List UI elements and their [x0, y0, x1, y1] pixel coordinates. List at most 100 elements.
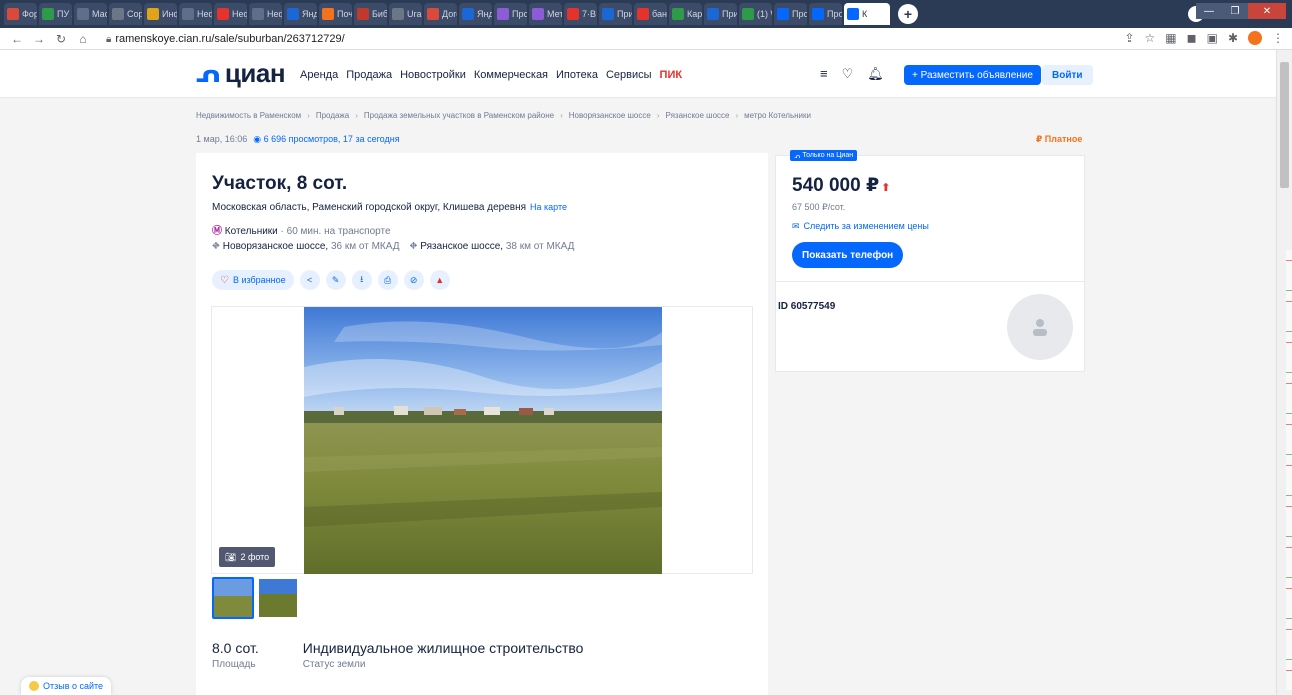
- profile-avatar[interactable]: [1248, 31, 1262, 45]
- nav-item-commercial[interactable]: Коммерческая: [474, 69, 548, 81]
- tab-favicon-icon: [672, 8, 684, 20]
- browser-tab[interactable]: Поч: [319, 3, 352, 25]
- browser-tab[interactable]: Инф: [144, 3, 177, 25]
- scrollbar-thumb[interactable]: [1280, 62, 1289, 188]
- show-phone-button[interactable]: Показать телефон: [792, 242, 904, 268]
- cian-logo[interactable]: ᕄ циан: [196, 58, 286, 89]
- breadcrumb-item[interactable]: Новорязанское шоссе: [569, 111, 651, 120]
- report-button[interactable]: ▲: [429, 270, 450, 290]
- browser-tab[interactable]: Мет: [529, 3, 562, 25]
- reload-icon[interactable]: ↻: [52, 32, 70, 46]
- map-link[interactable]: На карте: [530, 202, 567, 212]
- share-button[interactable]: <: [299, 270, 320, 290]
- back-icon[interactable]: ←: [8, 32, 26, 46]
- notifications-bell-icon[interactable]: 🔔︎: [867, 66, 884, 82]
- address-bar: ← → ↻ ⌂ 🔒︎ ramenskoye.cian.ru/sale/suburb…: [0, 28, 1292, 50]
- photo-count-badge[interactable]: 📷︎ 2 фото: [219, 547, 276, 567]
- browser-tab[interactable]: Неф: [249, 3, 282, 25]
- url-field[interactable]: 🔒︎ ramenskoye.cian.ru/sale/suburban/26371…: [106, 33, 345, 45]
- breadcrumb-item[interactable]: Продажа: [316, 111, 349, 120]
- maximize-button[interactable]: ❐: [1222, 3, 1248, 19]
- metro-info: Ⓜ Котельники · 60 мин. на транспорте: [212, 222, 391, 237]
- browser-tab[interactable]: Про: [809, 3, 842, 25]
- breadcrumb-item[interactable]: Недвижимость в Раменском: [196, 111, 301, 120]
- photo-gallery[interactable]: 📷︎ 2 фото: [211, 306, 753, 574]
- listing-date: 1 мар, 16:06: [196, 134, 248, 144]
- browser-tab[interactable]: ПУ А: [39, 3, 72, 25]
- thumbnail-2[interactable]: [257, 577, 299, 619]
- thumbnail-1[interactable]: [212, 577, 254, 619]
- extension-icon[interactable]: ▦: [1165, 31, 1176, 45]
- price-value: 540 000 ₽: [792, 175, 880, 196]
- extension-icon-2[interactable]: ◼: [1187, 31, 1197, 45]
- browser-tab[interactable]: Карт: [669, 3, 702, 25]
- follow-price-link[interactable]: ✉ Следить за изменением цены: [792, 221, 929, 232]
- share-icon[interactable]: ⇪: [1124, 31, 1134, 45]
- favorites-heart-icon[interactable]: ♡: [842, 66, 854, 82]
- browser-tab[interactable]: Янд: [459, 3, 492, 25]
- browser-tab[interactable]: Про: [774, 3, 807, 25]
- browser-tab[interactable]: (1) W: [739, 3, 772, 25]
- views-stat[interactable]: ◉ 6 696 просмотров, 17 за сегодня: [253, 134, 399, 145]
- tab-favicon-icon: [742, 8, 754, 20]
- print-button[interactable]: ⎙: [377, 270, 398, 290]
- price-up-arrow-icon[interactable]: ⬆: [881, 182, 890, 194]
- price-card: 540 000 ₽ ⬆ 67 500 ₽/сот. ✉ Следить за изм…: [775, 155, 1085, 282]
- browser-tab[interactable]: Ural: [389, 3, 422, 25]
- new-tab-button[interactable]: +: [898, 4, 918, 24]
- highway-2[interactable]: Рязанское шоссе,: [420, 241, 503, 252]
- cian-logo-icon: ᕄ: [196, 58, 221, 88]
- envelope-icon: ✉: [792, 221, 800, 231]
- close-window-button[interactable]: ✕: [1248, 3, 1286, 19]
- kebab-menu-icon[interactable]: ⋮: [1272, 31, 1284, 45]
- fact-value: Индивидуальное жилищное строительство: [302, 640, 584, 656]
- tab-favicon-icon: [427, 8, 439, 20]
- tab-label: Библ: [372, 9, 387, 19]
- post-listing-button[interactable]: + Разместить объявление: [904, 65, 1041, 85]
- nav-item-pik[interactable]: ПИК: [660, 69, 683, 81]
- browser-tab[interactable]: При: [599, 3, 632, 25]
- add-to-favorites-button[interactable]: ♡ В избранное: [212, 270, 294, 290]
- bookmark-star-icon[interactable]: ☆: [1145, 31, 1156, 45]
- metro-station[interactable]: Котельники: [225, 226, 278, 237]
- tab-label: Мет: [547, 9, 562, 19]
- site-header: ᕄ циан Аренда Продажа Новостройки Коммер…: [0, 50, 1276, 98]
- browser-tab[interactable]: Про: [494, 3, 527, 25]
- avatar[interactable]: [1007, 294, 1073, 360]
- home-icon[interactable]: ⌂: [74, 32, 92, 46]
- download-button[interactable]: ⭳: [351, 270, 372, 290]
- nav-item-new-buildings[interactable]: Новостройки: [400, 69, 466, 81]
- browser-tab[interactable]: Неф: [214, 3, 247, 25]
- browser-tab[interactable]: Масl: [74, 3, 107, 25]
- breadcrumb-item[interactable]: Продажа земельных участков в Раменском р…: [364, 111, 554, 120]
- edit-note-button[interactable]: ✎: [325, 270, 346, 290]
- nav-item-rent[interactable]: Аренда: [300, 69, 338, 81]
- site-feedback-button[interactable]: Отзыв о сайте: [21, 677, 112, 695]
- browser-tab[interactable]: Copr: [109, 3, 142, 25]
- browser-tab[interactable]: Янд: [284, 3, 317, 25]
- puzzle-icon[interactable]: ✱: [1228, 31, 1238, 45]
- nav-item-services[interactable]: Сервисы: [606, 69, 652, 81]
- nav-item-mortgage[interactable]: Ипотека: [556, 69, 598, 81]
- main-photo[interactable]: [304, 307, 662, 574]
- browser-tab[interactable]: Библ: [354, 3, 387, 25]
- browser-tab[interactable]: 7·В: [564, 3, 597, 25]
- minimize-button[interactable]: —: [1196, 3, 1222, 19]
- tab-favicon-icon: [532, 8, 544, 20]
- browser-tab[interactable]: Фор: [4, 3, 37, 25]
- nav-item-sale[interactable]: Продажа: [346, 69, 392, 81]
- forward-icon[interactable]: →: [30, 32, 48, 46]
- compare-icon[interactable]: ≡: [820, 66, 828, 82]
- browser-tab[interactable]: бан: [634, 3, 667, 25]
- breadcrumb-item[interactable]: метро Котельники: [744, 111, 811, 120]
- browser-tab[interactable]: Неф: [179, 3, 212, 25]
- breadcrumb-item[interactable]: Рязанское шоссе: [666, 111, 730, 120]
- hide-button[interactable]: ⊘: [403, 270, 424, 290]
- browser-tab[interactable]: Дого: [424, 3, 457, 25]
- highway-1[interactable]: Новорязанское шоссе,: [223, 241, 328, 252]
- login-button[interactable]: Войти: [1042, 65, 1093, 85]
- browser-tab-active[interactable]: К: [844, 3, 890, 25]
- paid-badge: ₽ Платное: [1036, 134, 1082, 145]
- browser-tab[interactable]: При: [704, 3, 737, 25]
- extension-icon-3[interactable]: ▣: [1207, 31, 1218, 45]
